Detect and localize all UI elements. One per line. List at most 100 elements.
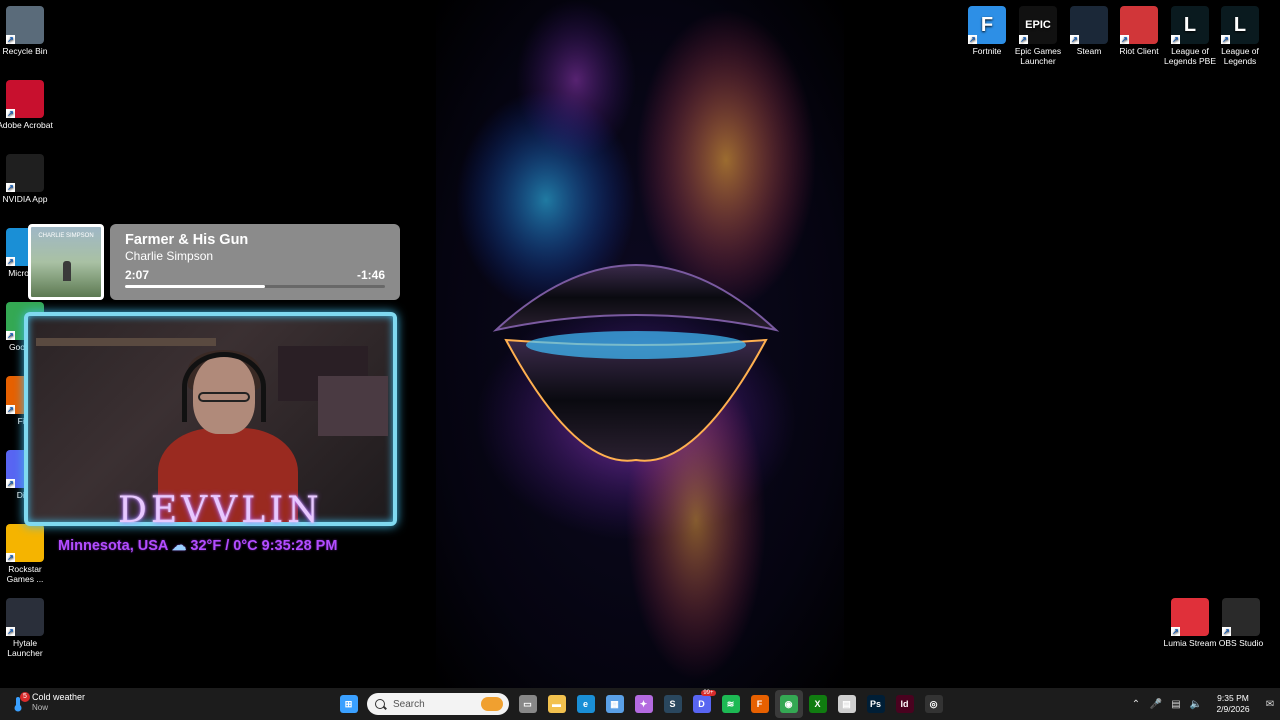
- desktop-icon-nvidia[interactable]: ↗ NVIDIA App: [0, 154, 53, 204]
- desktop-icon-label: Hytale Launcher: [7, 638, 43, 658]
- edge-icon[interactable]: e: [572, 690, 600, 718]
- chrome-icon[interactable]: ◉: [774, 690, 803, 718]
- track-artist: Charlie Simpson: [125, 249, 214, 263]
- overlay-weather-line: Minnesota, USA ☁ 32°F / 0°C 9:35:28 PM: [58, 538, 337, 554]
- photoshop-icon-glyph: Ps: [866, 695, 885, 713]
- weather-subtitle: Now: [32, 703, 49, 712]
- search-placeholder: Search: [393, 698, 425, 710]
- notepad-icon-glyph: ▤: [837, 695, 856, 713]
- photoshop-icon[interactable]: Ps: [862, 690, 890, 718]
- store-icon-glyph: ▦: [605, 695, 624, 713]
- desktop-icon-league[interactable]: L ↗ League of Legends: [1212, 6, 1268, 66]
- chrome-icon-glyph: ◉: [779, 695, 798, 713]
- album-art: CHARLIE SIMPSON: [28, 224, 104, 300]
- system-tray: ⌃ 🎤 ▤ 🔈 9:35 PM 2/9/2026 ✉: [1126, 688, 1280, 720]
- desktop-icon-label: Lumia Stream: [1163, 638, 1217, 648]
- firefox-icon-glyph: F: [750, 695, 769, 713]
- desktop-icon-league-pbe[interactable]: L ↗ League of Legends PBE: [1162, 6, 1218, 66]
- hytale-icon: ↗: [6, 598, 44, 636]
- search-highlight-icon: [481, 697, 503, 711]
- discord-icon[interactable]: D 99+: [688, 690, 716, 718]
- steam-icon-glyph: S: [663, 695, 682, 713]
- desktop-icon-recycle-bin[interactable]: ↗ Recycle Bin: [0, 6, 53, 56]
- shortcut-arrow-icon: ↗: [6, 109, 15, 118]
- spotify-icon[interactable]: ≋: [717, 690, 745, 718]
- notification-bell-icon[interactable]: ✉: [1260, 688, 1280, 720]
- desktop-icon-steam[interactable]: ↗ Steam: [1061, 6, 1117, 56]
- shortcut-arrow-icon: ↗: [1171, 627, 1180, 636]
- taskbar-clock[interactable]: 9:35 PM 2/9/2026: [1206, 693, 1260, 715]
- desktop-icon-adobe-acrobat[interactable]: ↗ Adobe Acrobat: [0, 80, 53, 130]
- headset: [182, 352, 266, 422]
- shortcut-arrow-icon: ↗: [1019, 35, 1028, 44]
- notification-badge: 99+: [701, 690, 716, 696]
- taskbar: 5 Cold weather Now ⊞ Search ▭ ▬ e ▦ ✦ S D 99+ ≋ F ◉ X…: [0, 688, 1280, 720]
- taskbar-search-box[interactable]: Search: [367, 693, 509, 715]
- microphone-icon[interactable]: 🎤: [1146, 688, 1166, 720]
- rockstar-icon: ↗: [6, 524, 44, 562]
- league-icon: L ↗: [1221, 6, 1259, 44]
- album-art-text: CHARLIE SIMPSON: [38, 233, 94, 239]
- overlay-time: 9:35:28 PM: [261, 538, 338, 554]
- shortcut-arrow-icon: ↗: [6, 479, 15, 488]
- track-progress-bar: [125, 285, 385, 288]
- desktop-icon-lumia-stream[interactable]: ↗ Lumia Stream: [1162, 598, 1218, 648]
- volume-icon[interactable]: 🔈: [1186, 688, 1206, 720]
- xbox-icon[interactable]: X: [804, 690, 832, 718]
- desktop-icon-label: Fortnite: [972, 46, 1002, 56]
- weather-badge: 5: [20, 692, 30, 702]
- file-explorer-icon[interactable]: ▬: [543, 690, 571, 718]
- track-progress-fill: [125, 285, 266, 288]
- desktop-icon-label: Epic Games Launcher: [1014, 46, 1062, 66]
- desktop-wallpaper: [436, 0, 844, 688]
- firefox-icon[interactable]: F: [746, 690, 774, 718]
- copilot-icon[interactable]: ✦: [630, 690, 658, 718]
- network-icon[interactable]: ▤: [1166, 688, 1186, 720]
- store-icon[interactable]: ▦: [601, 690, 629, 718]
- notepad-icon[interactable]: ▤: [833, 690, 861, 718]
- shortcut-arrow-icon: ↗: [1221, 35, 1230, 44]
- taskbar-pinned-apps: ⊞ Search ▭ ▬ e ▦ ✦ S D 99+ ≋ F ◉ X ▤ Ps Id ◎: [334, 690, 948, 718]
- shortcut-arrow-icon: ↗: [6, 553, 15, 562]
- steam-icon[interactable]: S: [659, 690, 687, 718]
- discord-icon-glyph: D: [692, 695, 711, 713]
- desktop-icon-fortnite[interactable]: F ↗ Fortnite: [959, 6, 1015, 56]
- shortcut-arrow-icon: ↗: [1120, 35, 1129, 44]
- league-pbe-icon: L ↗: [1171, 6, 1209, 44]
- background-shelf: [36, 338, 216, 346]
- desktop-icon-epic-games[interactable]: EPIC ↗ Epic Games Launcher: [1010, 6, 1066, 66]
- snow-cloud-icon: ☁: [171, 538, 187, 554]
- obs-icon[interactable]: ◎: [920, 690, 948, 718]
- shortcut-arrow-icon: ↗: [1070, 35, 1079, 44]
- shortcut-arrow-icon: ↗: [6, 627, 15, 636]
- indesign-icon[interactable]: Id: [891, 690, 919, 718]
- shortcut-arrow-icon: ↗: [968, 35, 977, 44]
- now-playing-widget: Farmer & His Gun Charlie Simpson 2:07 -1…: [110, 224, 400, 300]
- recycle-bin-icon: ↗: [6, 6, 44, 44]
- desktop-icon-label: League of Legends PBE: [1164, 46, 1216, 66]
- search-icon: [375, 699, 385, 709]
- start-button[interactable]: ⊞: [335, 690, 363, 718]
- thermometer-icon: 5: [10, 692, 30, 712]
- clock-date: 2/9/2026: [1216, 704, 1250, 714]
- desktop-icon-obs-studio[interactable]: ↗ OBS Studio: [1213, 598, 1269, 648]
- desktop-icon-riot-client[interactable]: ↗ Riot Client: [1111, 6, 1167, 56]
- task-view-icon[interactable]: ▭: [514, 690, 542, 718]
- chevron-up-icon[interactable]: ⌃: [1126, 688, 1146, 720]
- album-art-figure: [63, 261, 71, 281]
- desktop-icon-label: Recycle Bin: [2, 46, 48, 56]
- indesign-icon-glyph: Id: [895, 695, 914, 713]
- shortcut-arrow-icon: ↗: [1171, 35, 1180, 44]
- desktop-icon-label: NVIDIA App: [2, 194, 48, 204]
- nvidia-icon: ↗: [6, 154, 44, 192]
- shortcut-arrow-icon: ↗: [1222, 627, 1231, 636]
- taskbar-weather-widget[interactable]: 5 Cold weather Now: [10, 692, 85, 712]
- obs-studio-icon: ↗: [1222, 598, 1260, 636]
- fortnite-icon: F ↗: [968, 6, 1006, 44]
- background-monitor: [318, 376, 388, 436]
- elapsed-time: 2:07: [125, 268, 150, 282]
- desktop-icon-hytale[interactable]: ↗ Hytale Launcher: [0, 598, 53, 658]
- desktop-icon-label: Adobe Acrobat: [0, 120, 53, 130]
- desktop-icon-rockstar[interactable]: ↗ Rockstar Games ...: [0, 524, 53, 584]
- steam-icon: ↗: [1070, 6, 1108, 44]
